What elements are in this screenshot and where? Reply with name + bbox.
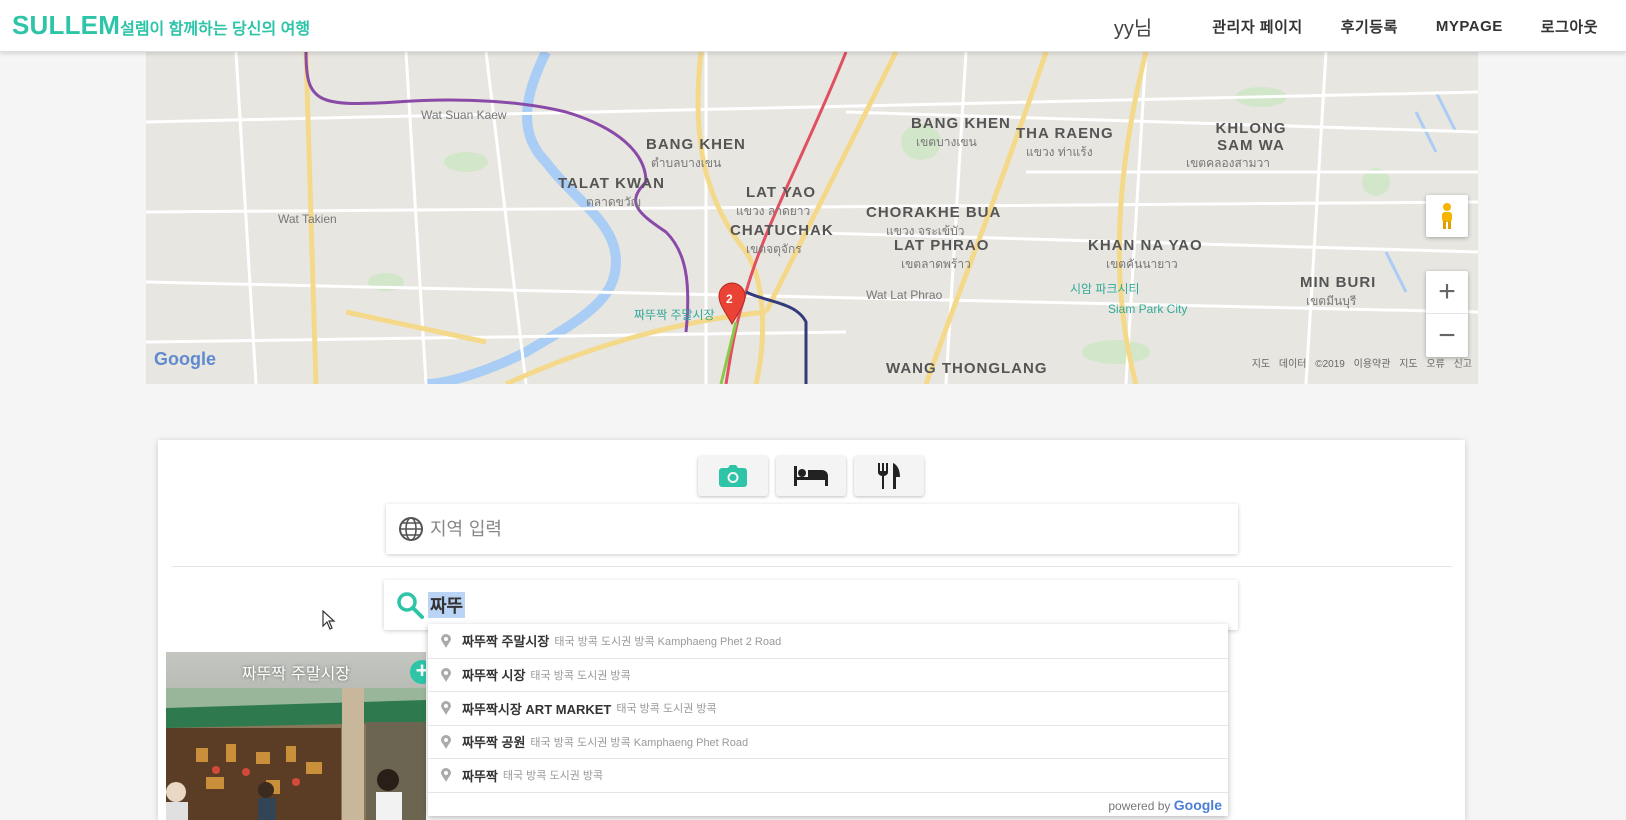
user-greeting: yy님 [1113,17,1153,40]
autocomplete-main-text: 짜뚜짝 시장 [462,668,526,684]
place-thumbnail[interactable]: 짜뚜짝 주말시장 + [166,652,426,820]
powered-by-google: powered by Google [428,791,1228,816]
nav-mypage[interactable]: MYPAGE [1436,18,1503,35]
poi-label[interactable]: Wat Lat Phrao [866,288,942,302]
district-label: KHLONG SAM WA [1215,120,1287,154]
district-label: TALAT KWAN [558,175,665,192]
autocomplete-main-text: 짜뚜짝시장 ART MARKET [462,701,612,717]
autocomplete-item[interactable]: 짜뚜짝 시장 태국 방콕 도시권 방콕 [428,657,1228,692]
nav-review-register[interactable]: 후기등록 [1341,16,1398,37]
district-label: KHAN NA YAO [1088,237,1203,254]
zoom-out-button[interactable]: − [1426,314,1468,357]
map-pin-icon [438,701,454,716]
globe-icon [399,517,423,541]
category-restaurant-button[interactable] [854,456,924,496]
camera-icon [719,465,747,487]
report-error-link[interactable]: 지도 오류 신고 [1399,359,1472,370]
google-wordmark: Google [1173,796,1222,813]
poi-label[interactable]: Wat Takien [278,212,337,226]
zoom-control: + − [1426,271,1468,357]
nav-admin-page[interactable]: 관리자 페이지 [1212,16,1302,37]
autocomplete-dropdown: 짜뚜짝 주말시장 태국 방콕 도시권 방콕 Kamphaeng Phet 2 R… [428,624,1228,816]
district-thai: แขวง ลาดยาว [736,204,811,218]
district-thai: แขวง ท่าแร้ง [1026,145,1093,159]
top-navbar: SULLEM설렘이 함께하는 당신의 여행 yy님 관리자 페이지 후기등록 M… [0,0,1626,52]
bed-icon [794,466,828,486]
street-view-pegman[interactable] [1426,195,1468,237]
brand-logo[interactable]: SULLEM설렘이 함께하는 당신의 여행 [12,10,310,41]
thumbnail-caption: 짜뚜짝 주말시장 [166,652,426,688]
district-thai: เขตจตุจักร [746,242,802,256]
autocomplete-main-text: 짜뚜짝 [462,768,498,784]
place-search-box[interactable]: 짜뚜 [384,580,1238,630]
region-input[interactable] [430,518,1190,540]
poi-label[interactable]: 시암 파크시티 [1070,280,1140,297]
region-input-box[interactable] [386,504,1238,554]
autocomplete-secondary-text: 태국 방콕 도시권 방콕 [502,770,604,783]
autocomplete-main-text: 짜뚜짝 공원 [462,735,526,751]
pegman-icon [1442,203,1452,229]
map-pin-icon [438,734,454,749]
terms-link[interactable]: 이용약관 [1354,359,1391,370]
search-panel: 짜뚜 짜뚜짝 주말시장 + 짜뚜짝 주말시장 태국 방콕 도시권 방콕 Kamp… [158,440,1465,820]
restaurant-icon [878,463,900,489]
category-lodging-button[interactable] [776,456,846,496]
google-map[interactable]: 2 BANG KHEN ตำบลบางเขน TALAT KWAN ตลาดขว… [146,52,1478,384]
district-label: MIN BURI [1300,274,1377,291]
autocomplete-secondary-text: 태국 방콕 도시권 방콕 [530,669,631,682]
category-sights-button[interactable] [698,456,768,496]
district-thai: ตำบลบางเขน [651,156,722,170]
autocomplete-secondary-text: 태국 방콕 도시권 방콕 Kamphaeng Phet 2 Road [554,635,782,648]
map-pin-icon [438,768,454,783]
district-label: LAT YAO [746,184,817,201]
autocomplete-item[interactable]: 짜뚜짝시장 ART MARKET 태국 방콕 도시권 방콕 [428,691,1228,725]
district-label: WANG THONGLANG [886,360,1048,377]
autocomplete-main-text: 짜뚜짝 주말시장 [462,634,550,650]
district-label: CHATUCHAK [730,222,834,239]
district-thai: เขตคันนายาว [1106,257,1178,271]
district-thai: เขตลาดพร้าว [901,257,971,271]
district-label: BANG KHEN [911,115,1011,132]
autocomplete-secondary-text: 태국 방콕 도시권 방콕 Kamphaeng Phet Road [530,736,749,749]
zoom-in-button[interactable]: + [1426,271,1468,314]
poi-label[interactable]: 짜뚜짝 주말시장 [634,306,715,323]
nav-logout[interactable]: 로그아웃 [1541,16,1598,37]
autocomplete-item[interactable]: 짜뚜짝 태국 방콕 도시권 방콕 [428,758,1228,792]
poi-label[interactable]: Siam Park City [1108,302,1187,316]
poi-label[interactable]: Wat Suan Kaew [421,108,507,122]
autocomplete-secondary-text: 태국 방콕 도시권 방콕 [616,703,717,716]
map-pin-icon [438,667,454,682]
map-attribution: 지도 데이터 ©2019 이용약관 지도 오류 신고 [1252,355,1472,370]
nav-menu: yy님 관리자 페이지 후기등록 MYPAGE 로그아웃 [1114,0,1598,52]
district-label: THA RAENG [1016,125,1114,142]
mouse-cursor-icon [322,610,336,630]
district-thai: เขตคลองสามวา [1186,156,1270,170]
autocomplete-item[interactable]: 짜뚜짝 공원 태국 방콕 도시권 방콕 Kamphaeng Phet Road [428,724,1228,759]
district-thai: เขตมีนบุรี [1306,294,1357,308]
panel-divider [172,566,1452,567]
autocomplete-item[interactable]: 짜뚜짝 주말시장 태국 방콕 도시권 방콕 Kamphaeng Phet 2 R… [428,624,1228,658]
map-marker-count[interactable]: 2 [726,292,733,306]
category-buttons [698,456,924,496]
search-icon [397,592,424,619]
google-logo[interactable]: Google [154,349,216,370]
district-label: BANG KHEN [646,136,746,153]
map-base [146,52,1478,384]
district-label: LAT PHRAO [894,237,990,254]
district-thai: ตลาดขวัญ [586,195,641,209]
map-pin-icon [438,633,454,648]
district-thai: เขตบางเขน [916,135,977,149]
place-search-input[interactable]: 짜뚜 [428,592,466,618]
map-data-credit[interactable]: 지도 데이터 ©2019 [1252,359,1345,370]
district-label: CHORAKHE BUA [866,204,1002,221]
brand-name[interactable]: SULLEM [12,10,120,40]
powered-by-text: powered by [1108,798,1171,813]
brand-tagline[interactable]: 설렘이 함께하는 당신의 여행 [120,21,310,38]
